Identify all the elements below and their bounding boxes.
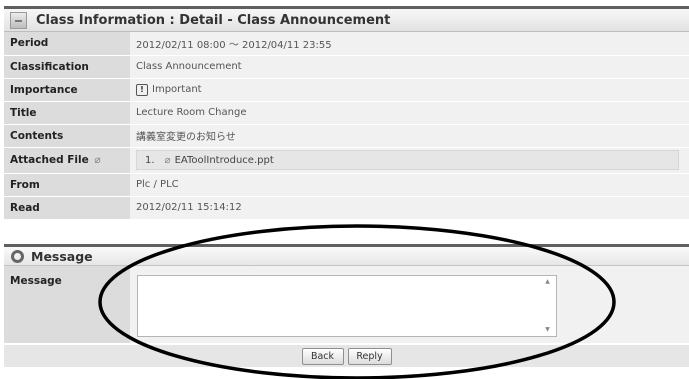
read-row: Read 2012/02/11 15:14:12 bbox=[4, 196, 689, 220]
title-row: Title Lecture Room Change bbox=[4, 101, 689, 125]
message-label: Message bbox=[4, 266, 130, 343]
message-bubble-icon bbox=[11, 249, 24, 263]
period-row: Period 2012/02/11 08:00 ～ 2012/04/11 23:… bbox=[4, 32, 689, 56]
message-cell: ▲ ▼ bbox=[130, 266, 689, 343]
attached-file-label-cell: Attached File ⌀ bbox=[4, 147, 130, 174]
attachment-index: 1. bbox=[145, 154, 155, 166]
paperclip-icon: ⌀ bbox=[94, 154, 101, 166]
importance-value: Important bbox=[152, 83, 202, 95]
message-section-header: Message bbox=[4, 244, 689, 266]
button-bar: Back Reply bbox=[4, 345, 689, 367]
attachment-item: 1. ⌀ EAToolIntroduce.ppt bbox=[136, 150, 679, 170]
classification-row: Classification Class Announcement bbox=[4, 55, 689, 79]
importance-label: Importance bbox=[4, 78, 130, 102]
read-label: Read bbox=[4, 196, 130, 220]
reply-button[interactable]: Reply bbox=[347, 347, 392, 365]
attached-file-cell: 1. ⌀ EAToolIntroduce.ppt bbox=[130, 147, 689, 174]
exclamation-icon: ! bbox=[136, 83, 148, 96]
importance-cell: ! Important bbox=[130, 78, 689, 102]
detail-table: Period 2012/02/11 08:00 ～ 2012/04/11 23:… bbox=[4, 32, 689, 220]
from-label: From bbox=[4, 173, 130, 197]
read-value: 2012/02/11 15:14:12 bbox=[130, 196, 689, 220]
from-row: From Plc / PLC bbox=[4, 173, 689, 197]
attached-file-row: Attached File ⌀ 1. ⌀ EAToolIntroduce.ppt bbox=[4, 147, 689, 174]
page-title: Class Information : Detail - Class Annou… bbox=[36, 12, 391, 28]
attachment-paperclip-icon: ⌀ bbox=[164, 154, 171, 166]
detail-panel-header: Class Information : Detail - Class Annou… bbox=[4, 6, 689, 32]
period-label: Period bbox=[4, 32, 130, 56]
classification-value: Class Announcement bbox=[130, 55, 689, 79]
scroll-down-arrow-icon[interactable]: ▼ bbox=[542, 325, 553, 335]
contents-label: Contents bbox=[4, 124, 130, 148]
contents-row: Contents 講義室変更のお知らせ bbox=[4, 124, 689, 148]
contents-value: 講義室変更のお知らせ bbox=[130, 124, 689, 148]
title-label: Title bbox=[4, 101, 130, 125]
message-textarea[interactable] bbox=[137, 275, 557, 337]
message-row: Message ▲ ▼ bbox=[4, 266, 689, 343]
period-value: 2012/02/11 08:00 ～ 2012/04/11 23:55 bbox=[130, 32, 689, 56]
importance-row: Importance ! Important bbox=[4, 78, 689, 102]
back-button[interactable]: Back bbox=[301, 347, 344, 365]
attached-file-label: Attached File bbox=[10, 154, 89, 166]
from-value: Plc / PLC bbox=[130, 173, 689, 197]
scroll-up-arrow-icon[interactable]: ▲ bbox=[542, 277, 553, 287]
title-value: Lecture Room Change bbox=[130, 101, 689, 125]
message-section-title: Message bbox=[31, 248, 93, 264]
classification-label: Classification bbox=[4, 55, 130, 79]
attachment-link[interactable]: EAToolIntroduce.ppt bbox=[175, 155, 274, 166]
minimize-icon[interactable] bbox=[10, 11, 27, 29]
